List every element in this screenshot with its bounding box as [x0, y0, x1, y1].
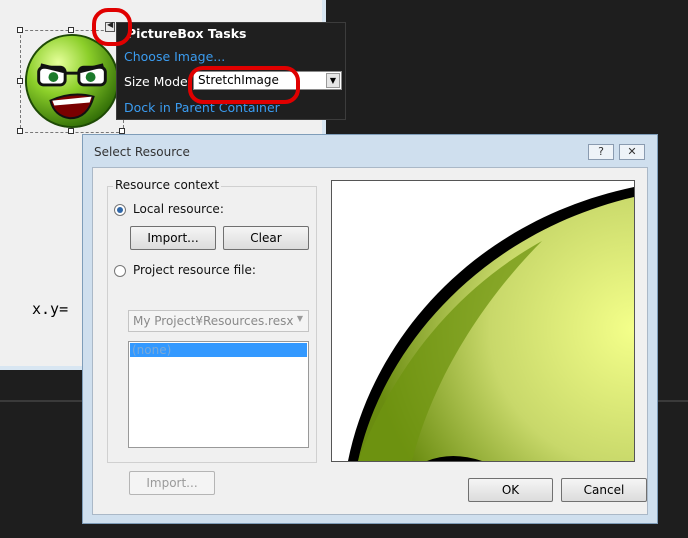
local-resource-radio[interactable]	[114, 204, 126, 216]
chevron-down-icon[interactable]: ▼	[326, 73, 340, 88]
size-mode-value: StretchImage	[198, 73, 279, 87]
close-button[interactable]: ✕	[619, 144, 645, 160]
preview-image	[332, 181, 634, 461]
size-mode-label: Size Mode:	[124, 74, 192, 89]
list-item[interactable]: (none)	[130, 343, 307, 357]
help-button[interactable]: ?	[588, 144, 614, 160]
cancel-button[interactable]: Cancel	[561, 478, 647, 502]
dialog-client-area: Resource context Local resource: Import.…	[92, 167, 648, 515]
designer-surface: x.y= ◀ PictureBox Tasks Choose Image... …	[0, 0, 688, 538]
dock-in-parent-link[interactable]: Dock in Parent Container	[124, 100, 280, 115]
project-resource-file-value: My Project¥Resources.resx	[133, 314, 294, 328]
dialog-title: Select Resource	[94, 145, 190, 159]
project-resource-radio[interactable]	[114, 265, 126, 277]
choose-image-link[interactable]: Choose Image...	[124, 49, 225, 64]
triangle-left-icon: ◀	[107, 20, 114, 29]
chevron-down-icon[interactable]: ▼	[297, 314, 303, 323]
image-preview	[331, 180, 635, 462]
picturebox[interactable]	[17, 27, 125, 134]
import-button[interactable]: Import...	[130, 226, 216, 250]
import-project-button[interactable]: Import...	[129, 471, 215, 495]
select-resource-dialog: Select Resource ? ✕ Resource context Loc…	[82, 134, 658, 524]
angry-smiley-icon	[24, 33, 120, 129]
project-resource-label[interactable]: Project resource file:	[133, 263, 256, 277]
project-resource-file-dropdown[interactable]: My Project¥Resources.resx ▼	[128, 310, 309, 332]
resource-list[interactable]: (none)	[128, 341, 309, 448]
local-resource-label[interactable]: Local resource:	[133, 202, 224, 216]
form-label-xy: x.y=	[32, 300, 69, 318]
size-mode-dropdown[interactable]: StretchImage ▼	[193, 71, 342, 90]
picturebox-tasks-panel: PictureBox Tasks Choose Image... Size Mo…	[116, 22, 346, 120]
smart-tag-button[interactable]: ◀	[105, 20, 115, 32]
clear-button[interactable]: Clear	[223, 226, 309, 250]
tasks-panel-title: PictureBox Tasks	[127, 26, 247, 41]
ok-button[interactable]: OK	[468, 478, 553, 502]
group-title: Resource context	[113, 178, 222, 192]
